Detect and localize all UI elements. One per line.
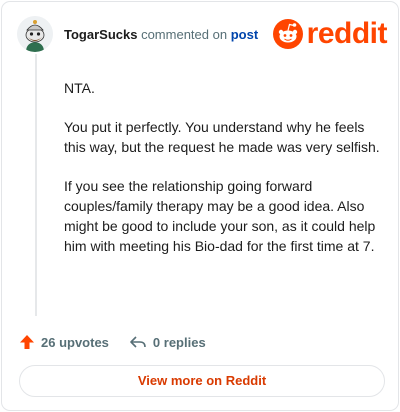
post-link[interactable]: post — [231, 27, 258, 42]
reply-button[interactable]: 0 replies — [129, 334, 206, 350]
reddit-wordmark: reddit — [306, 17, 388, 50]
comment-embed-card: TogarSucks commented on post reddit NTA.… — [1, 1, 399, 411]
snoo-avatar-icon[interactable] — [17, 16, 53, 52]
reply-count: 0 replies — [152, 334, 206, 350]
comment-paragraph: NTA. — [64, 80, 95, 96]
comment-actions: 26 upvotes 0 replies — [19, 332, 206, 352]
upvote-arrow-icon — [20, 335, 34, 349]
comment-paragraph: You put it perfectly. You understand why… — [64, 119, 380, 155]
reddit-snoo-icon — [272, 19, 303, 49]
comment-byline: TogarSucks commented on post — [64, 27, 258, 42]
comment-paragraph: If you see the relationship going forwar… — [64, 178, 376, 254]
username-link[interactable]: TogarSucks — [64, 27, 137, 42]
upvote-button[interactable]: 26 upvotes — [19, 334, 109, 350]
comment-body: NTA. You put it perfectly. You understan… — [64, 78, 382, 275]
comment-header: TogarSucks commented on post reddit — [17, 16, 388, 56]
reply-arrow-icon — [130, 336, 146, 348]
thread-line — [35, 54, 37, 316]
action-text: commented on — [141, 27, 228, 42]
view-more-button[interactable]: View more on Reddit — [19, 365, 385, 397]
reddit-logo[interactable]: reddit — [272, 17, 388, 50]
upvote-count: 26 upvotes — [41, 334, 109, 350]
